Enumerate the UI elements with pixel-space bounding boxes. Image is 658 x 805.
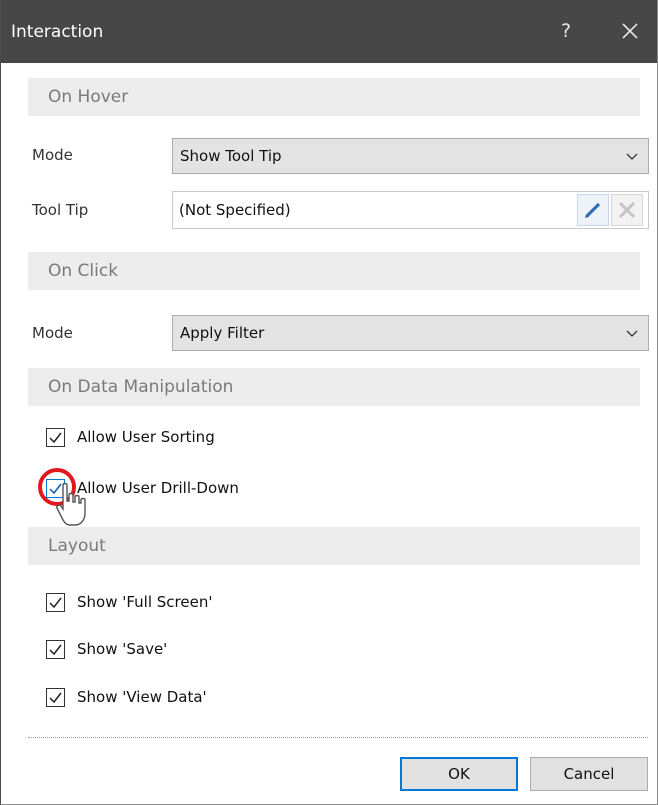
click-mode-label: Mode — [32, 324, 73, 342]
allow-drilldown-label: Allow User Drill-Down — [77, 479, 239, 497]
hover-mode-select[interactable]: Show Tool Tip — [172, 138, 649, 174]
mouse-pointer-icon — [56, 482, 86, 526]
cancel-button[interactable]: Cancel — [530, 757, 648, 791]
tooltip-field[interactable]: (Not Specified) — [172, 191, 649, 229]
show-full-screen-checkbox[interactable] — [46, 593, 65, 612]
checkmark-icon — [49, 644, 62, 656]
section-on-click: On Click — [28, 252, 640, 290]
tooltip-label: Tool Tip — [32, 201, 89, 219]
chevron-down-icon — [626, 330, 638, 337]
click-mode-value: Apply Filter — [180, 324, 265, 342]
clear-x-icon — [618, 201, 636, 219]
show-full-screen-label: Show 'Full Screen' — [77, 593, 213, 611]
close-button[interactable] — [613, 14, 647, 48]
allow-sorting-checkbox[interactable] — [46, 428, 65, 447]
close-icon — [622, 23, 638, 39]
clear-tooltip-button[interactable] — [611, 194, 643, 226]
window-title: Interaction — [11, 22, 104, 42]
chevron-down-icon — [626, 153, 638, 160]
title-bar: Interaction ? — [1, 0, 657, 63]
checkmark-icon — [49, 432, 62, 444]
allow-sorting-label: Allow User Sorting — [77, 428, 215, 446]
show-save-checkbox[interactable] — [46, 640, 65, 659]
pencil-icon — [585, 202, 601, 218]
section-on-hover: On Hover — [28, 78, 640, 116]
checkmark-icon — [49, 597, 62, 609]
help-icon: ? — [560, 20, 572, 42]
click-mode-select[interactable]: Apply Filter — [172, 315, 649, 351]
show-view-data-label: Show 'View Data' — [77, 688, 207, 706]
footer-separator — [28, 737, 648, 738]
help-button[interactable]: ? — [549, 12, 583, 50]
hover-mode-label: Mode — [32, 146, 73, 164]
section-layout: Layout — [28, 527, 640, 565]
checkmark-icon — [49, 692, 62, 704]
interaction-dialog: Interaction ? On Hover Mode Show Tool Ti… — [0, 0, 658, 805]
ok-button[interactable]: OK — [400, 757, 518, 791]
edit-tooltip-button[interactable] — [577, 194, 609, 226]
tooltip-value: (Not Specified) — [179, 201, 291, 219]
hover-mode-value: Show Tool Tip — [180, 147, 282, 165]
show-view-data-checkbox[interactable] — [46, 688, 65, 707]
show-save-label: Show 'Save' — [77, 640, 168, 658]
section-on-data-manipulation: On Data Manipulation — [28, 368, 640, 406]
